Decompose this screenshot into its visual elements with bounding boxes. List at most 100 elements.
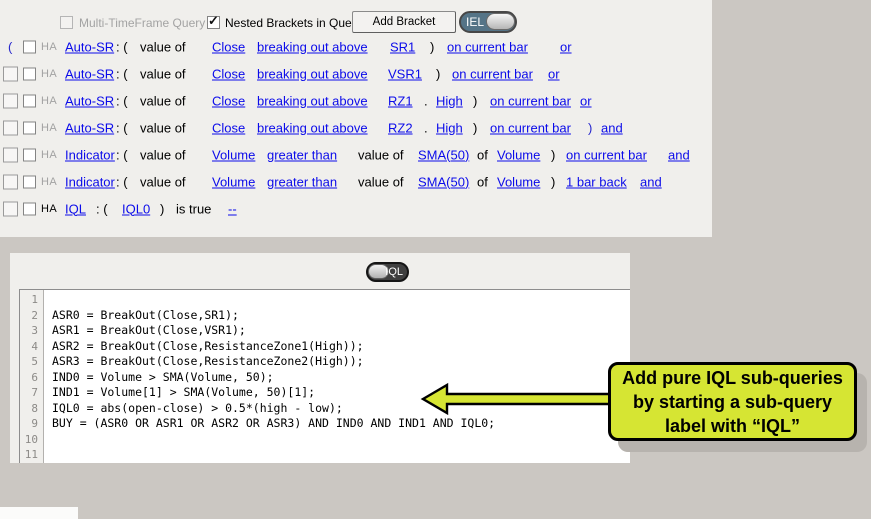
code-line[interactable] (52, 447, 630, 463)
ha-label: HA (41, 202, 58, 215)
code-line[interactable]: ASR1 = BreakOut(Close,VSR1); (52, 323, 630, 339)
query-link[interactable]: Volume (212, 174, 255, 189)
ha-checkbox[interactable] (23, 202, 36, 215)
query-link[interactable]: and (640, 174, 662, 189)
query-link[interactable]: RZ2 (388, 120, 413, 135)
query-link[interactable]: or (580, 93, 592, 108)
nested-brackets-label: Nested Brackets in Query (225, 16, 362, 30)
query-link[interactable]: or (548, 66, 560, 81)
query-text: ) (551, 174, 556, 189)
line-number: 8 (31, 401, 38, 415)
iql-code-editor[interactable]: 1 2 3 4 5 6 7 8 9 10 11 ASR0 = BreakOut(Close,SR1)… (19, 289, 630, 463)
query-link[interactable]: breaking out above (257, 66, 368, 81)
code-line[interactable]: ASR2 = BreakOut(Close,ResistanceZone1(Hi… (52, 339, 630, 355)
query-link[interactable]: or (560, 39, 572, 54)
query-link[interactable]: SR1 (390, 39, 415, 54)
query-link[interactable]: VSR1 (388, 66, 422, 81)
query-link[interactable]: Volume (212, 147, 255, 162)
query-text: : ( (116, 120, 128, 135)
code-line[interactable]: BUY = (ASR0 OR ASR1 OR ASR2 OR ASR3) AND… (52, 416, 630, 432)
query-row: HA Auto-SR: (value of Close breaking out ab… (0, 114, 712, 141)
query-link[interactable]: Auto-SR (65, 120, 114, 135)
query-row: HA Indicator: (value of Volume greater than… (0, 168, 712, 195)
query-text: : ( (116, 174, 128, 189)
query-link[interactable]: on current bar (490, 120, 571, 135)
bracket-checkbox[interactable] (3, 147, 18, 162)
ha-checkbox[interactable] (23, 175, 36, 188)
nested-brackets-checkbox[interactable]: ✓ (207, 13, 220, 29)
query-link[interactable]: breaking out above (257, 120, 368, 135)
iql-toggle[interactable]: IQL (366, 262, 409, 282)
code-line[interactable]: ASR3 = BreakOut(Close,ResistanceZone2(Hi… (52, 354, 630, 370)
query-link[interactable]: greater than (267, 147, 337, 162)
line-number: 6 (31, 370, 38, 384)
query-link[interactable]: breaking out above (257, 93, 368, 108)
query-builder-panel: Multi-TimeFrame Query ✓ Nested Brackets … (0, 0, 712, 237)
ha-checkbox[interactable] (23, 148, 36, 161)
ha-checkbox[interactable] (23, 67, 36, 80)
query-link[interactable]: on current bar (447, 39, 528, 54)
ha-checkbox[interactable] (23, 40, 36, 53)
line-number-gutter: 1 2 3 4 5 6 7 8 9 10 11 (20, 290, 44, 463)
query-text: ) (588, 120, 593, 135)
query-row: HA Auto-SR: (value of Close breaking out ab… (0, 87, 712, 114)
query-text: value of (358, 147, 404, 162)
multi-timeframe-checkbox[interactable] (60, 16, 73, 29)
iql-toggle-label: IQL (385, 266, 403, 278)
code-area[interactable]: ASR0 = BreakOut(Close,SR1); ASR1 = BreakO… (45, 290, 630, 463)
query-link[interactable]: greater than (267, 174, 337, 189)
ha-checkbox[interactable] (23, 94, 36, 107)
query-text: : ( (116, 39, 128, 54)
query-text: value of (140, 66, 186, 81)
query-link[interactable]: IQL0 (122, 201, 150, 216)
query-link[interactable]: High (436, 120, 463, 135)
query-link[interactable]: Close (212, 120, 245, 135)
line-number: 4 (31, 339, 38, 353)
query-link[interactable]: on current bar (566, 147, 647, 162)
bracket-checkbox[interactable] (3, 120, 18, 135)
query-link[interactable]: and (668, 147, 690, 162)
query-link[interactable]: -- (228, 201, 237, 216)
query-link[interactable]: Indicator (65, 147, 115, 162)
query-link[interactable]: on current bar (452, 66, 533, 81)
query-text: of (477, 147, 488, 162)
query-text: ) (436, 66, 441, 81)
query-link[interactable]: Auto-SR (65, 66, 114, 81)
bracket-checkbox[interactable] (3, 66, 18, 81)
iel-toggle-label: IEL (466, 15, 485, 29)
code-line[interactable] (52, 432, 630, 448)
bracket-checkbox[interactable] (3, 174, 18, 189)
query-link[interactable]: Close (212, 39, 245, 54)
query-text: of (477, 174, 488, 189)
query-link[interactable]: Close (212, 93, 245, 108)
query-link[interactable]: on current bar (490, 93, 571, 108)
query-link[interactable]: Close (212, 66, 245, 81)
code-line[interactable]: ASR0 = BreakOut(Close,SR1); (52, 308, 630, 324)
query-link[interactable]: SMA(50) (418, 174, 469, 189)
iel-toggle-knob (486, 13, 515, 30)
line-number: 7 (31, 386, 38, 399)
query-text: ) (430, 39, 435, 54)
query-link[interactable]: SMA(50) (418, 147, 469, 162)
query-link[interactable]: Auto-SR (65, 39, 114, 54)
query-text: value of (140, 174, 186, 189)
bracket-checkbox[interactable] (3, 93, 18, 108)
query-link[interactable]: 1 bar back (566, 174, 627, 189)
ha-checkbox[interactable] (23, 121, 36, 134)
query-link[interactable]: IQL (65, 201, 86, 216)
iel-toggle[interactable]: IEL (459, 11, 517, 33)
query-link[interactable]: Volume (497, 174, 540, 189)
query-link[interactable]: Volume (497, 147, 540, 162)
add-bracket-button[interactable]: Add Bracket (352, 11, 456, 33)
query-link[interactable]: Auto-SR (65, 93, 114, 108)
query-link[interactable]: and (601, 120, 623, 135)
query-row: HA Auto-SR: (value of Close breaking out ab… (0, 60, 712, 87)
bracket-checkbox[interactable] (3, 201, 18, 216)
query-link[interactable]: breaking out above (257, 39, 368, 54)
query-link[interactable]: High (436, 93, 463, 108)
code-line[interactable] (52, 292, 630, 308)
query-link[interactable]: Indicator (65, 174, 115, 189)
query-text: value of (140, 147, 186, 162)
query-link[interactable]: RZ1 (388, 93, 413, 108)
query-text: ) (473, 120, 478, 135)
